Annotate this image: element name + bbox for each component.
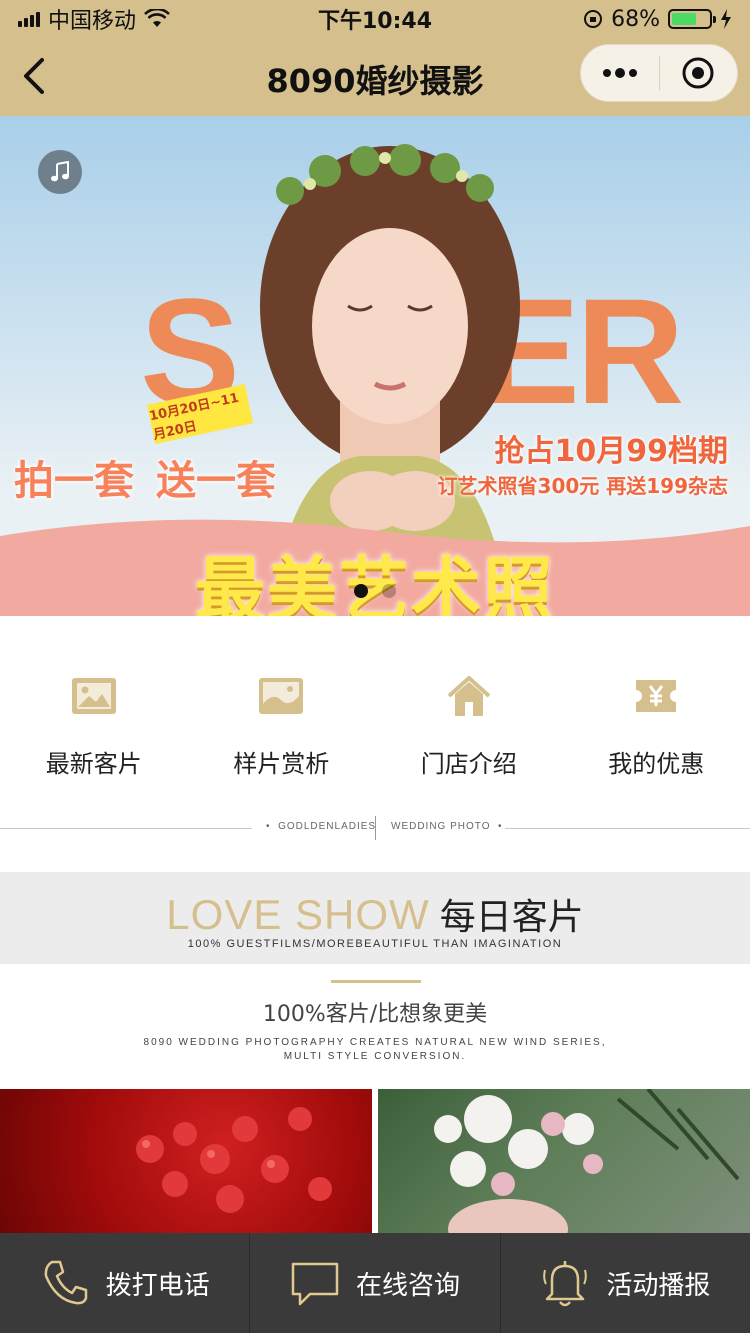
music-note-icon [51, 161, 69, 182]
navigation-bar: 8090婚纱摄影 [0, 38, 750, 116]
menu-label: 样片赏析 [233, 750, 330, 778]
section-divider: • GODLDENLADIES WEDDING PHOTO • [0, 816, 750, 840]
menu-label: 我的优惠 [608, 750, 705, 778]
battery-level-fill [672, 13, 697, 25]
menu-label: 最新客片 [45, 750, 142, 778]
menu-item-latest-photos[interactable]: 最新客片 [0, 672, 188, 782]
love-show-subtitle: 100% GUESTFILMS/MOREBEAUTIFUL THAN IMAGI… [187, 938, 563, 950]
battery-icon [668, 9, 716, 29]
gold-accent-bar [331, 980, 421, 983]
photo-frame-icon [259, 678, 304, 714]
promo-buy-one-get-one: 拍一套 送一套 [14, 448, 276, 506]
music-toggle-button[interactable] [38, 150, 82, 194]
quick-menu: 最新客片 样片赏析 门店介绍 我的优惠 [0, 672, 750, 782]
activity-label: 活动播报 [606, 1270, 711, 1301]
love-show-header: LOVE SHOW 每日客片 100% GUESTFILMS/MOREBEAUTI… [0, 872, 750, 964]
menu-item-sample-gallery[interactable]: 样片赏析 [188, 672, 376, 782]
carousel-dot-1[interactable] [354, 584, 368, 598]
divider-left-text: • GODLDENLADIES [266, 821, 377, 832]
carousel-indicators [354, 584, 396, 598]
promo-banner[interactable]: S ER 10月20日~11月20日 拍一套 送一套 抢占10月99档期 订艺术… [0, 116, 750, 616]
carousel-dot-2[interactable] [382, 584, 396, 598]
section-tagline: 100%客片/比想象更美 [262, 1002, 488, 1027]
love-show-title-en: LOVE SHOW [166, 891, 430, 938]
love-show-title-cn: 每日客片 [439, 897, 584, 938]
promo-schedule: 抢占10月99档期 [494, 434, 729, 469]
bottom-action-bar: 拨打电话 在线咨询 活动播报 [0, 1233, 750, 1333]
wifi-icon [144, 9, 170, 27]
bell-icon [543, 1261, 588, 1307]
more-button[interactable] [581, 45, 659, 101]
battery-percent: 68% [611, 6, 660, 32]
promo-discount: 订艺术照省300元 再送199杂志 [437, 474, 728, 498]
flower-portrait-image [434, 1089, 740, 1233]
client-photo-1[interactable] [0, 1089, 372, 1233]
miniprogram-capsule [580, 44, 738, 102]
call-label: 拨打电话 [105, 1270, 210, 1301]
banner-headline: 最美艺术照 [195, 549, 555, 616]
phone-icon [44, 1260, 87, 1305]
call-button[interactable]: 拨打电话 [0, 1233, 251, 1333]
yen-ticket-icon [636, 680, 677, 712]
carrier-label: 中国移动 [48, 9, 137, 34]
charging-icon [721, 9, 731, 29]
menu-item-store-intro[interactable]: 门店介绍 [375, 672, 563, 782]
divider-right-text: WEDDING PHOTO • [391, 821, 503, 832]
target-circle-icon [682, 57, 714, 89]
status-bar: 中国移动 下午10:44 68% [0, 0, 750, 38]
promo-left-2: 送一套 [156, 458, 276, 504]
menu-item-my-coupons[interactable]: 我的优惠 [563, 672, 750, 782]
activity-news-button[interactable]: 活动播报 [501, 1233, 750, 1333]
client-photo-2[interactable] [378, 1089, 750, 1233]
red-berries-image [136, 1107, 332, 1213]
client-photo-grid [0, 1089, 750, 1233]
promo-left-1: 拍一套 [14, 458, 134, 504]
home-icon [447, 676, 491, 716]
menu-label: 门店介绍 [420, 750, 517, 778]
orientation-lock-icon [584, 10, 603, 28]
more-dots-icon [602, 68, 637, 78]
consult-label: 在线咨询 [355, 1270, 460, 1301]
chat-icon [291, 1262, 339, 1306]
image-icon [71, 678, 116, 714]
online-consult-button[interactable]: 在线咨询 [250, 1233, 501, 1333]
section-description: 8090 WEDDING PHOTOGRAPHY CREATES NATURAL… [143, 1037, 607, 1062]
close-miniprogram-button[interactable] [660, 45, 738, 101]
signal-icon [18, 11, 40, 27]
